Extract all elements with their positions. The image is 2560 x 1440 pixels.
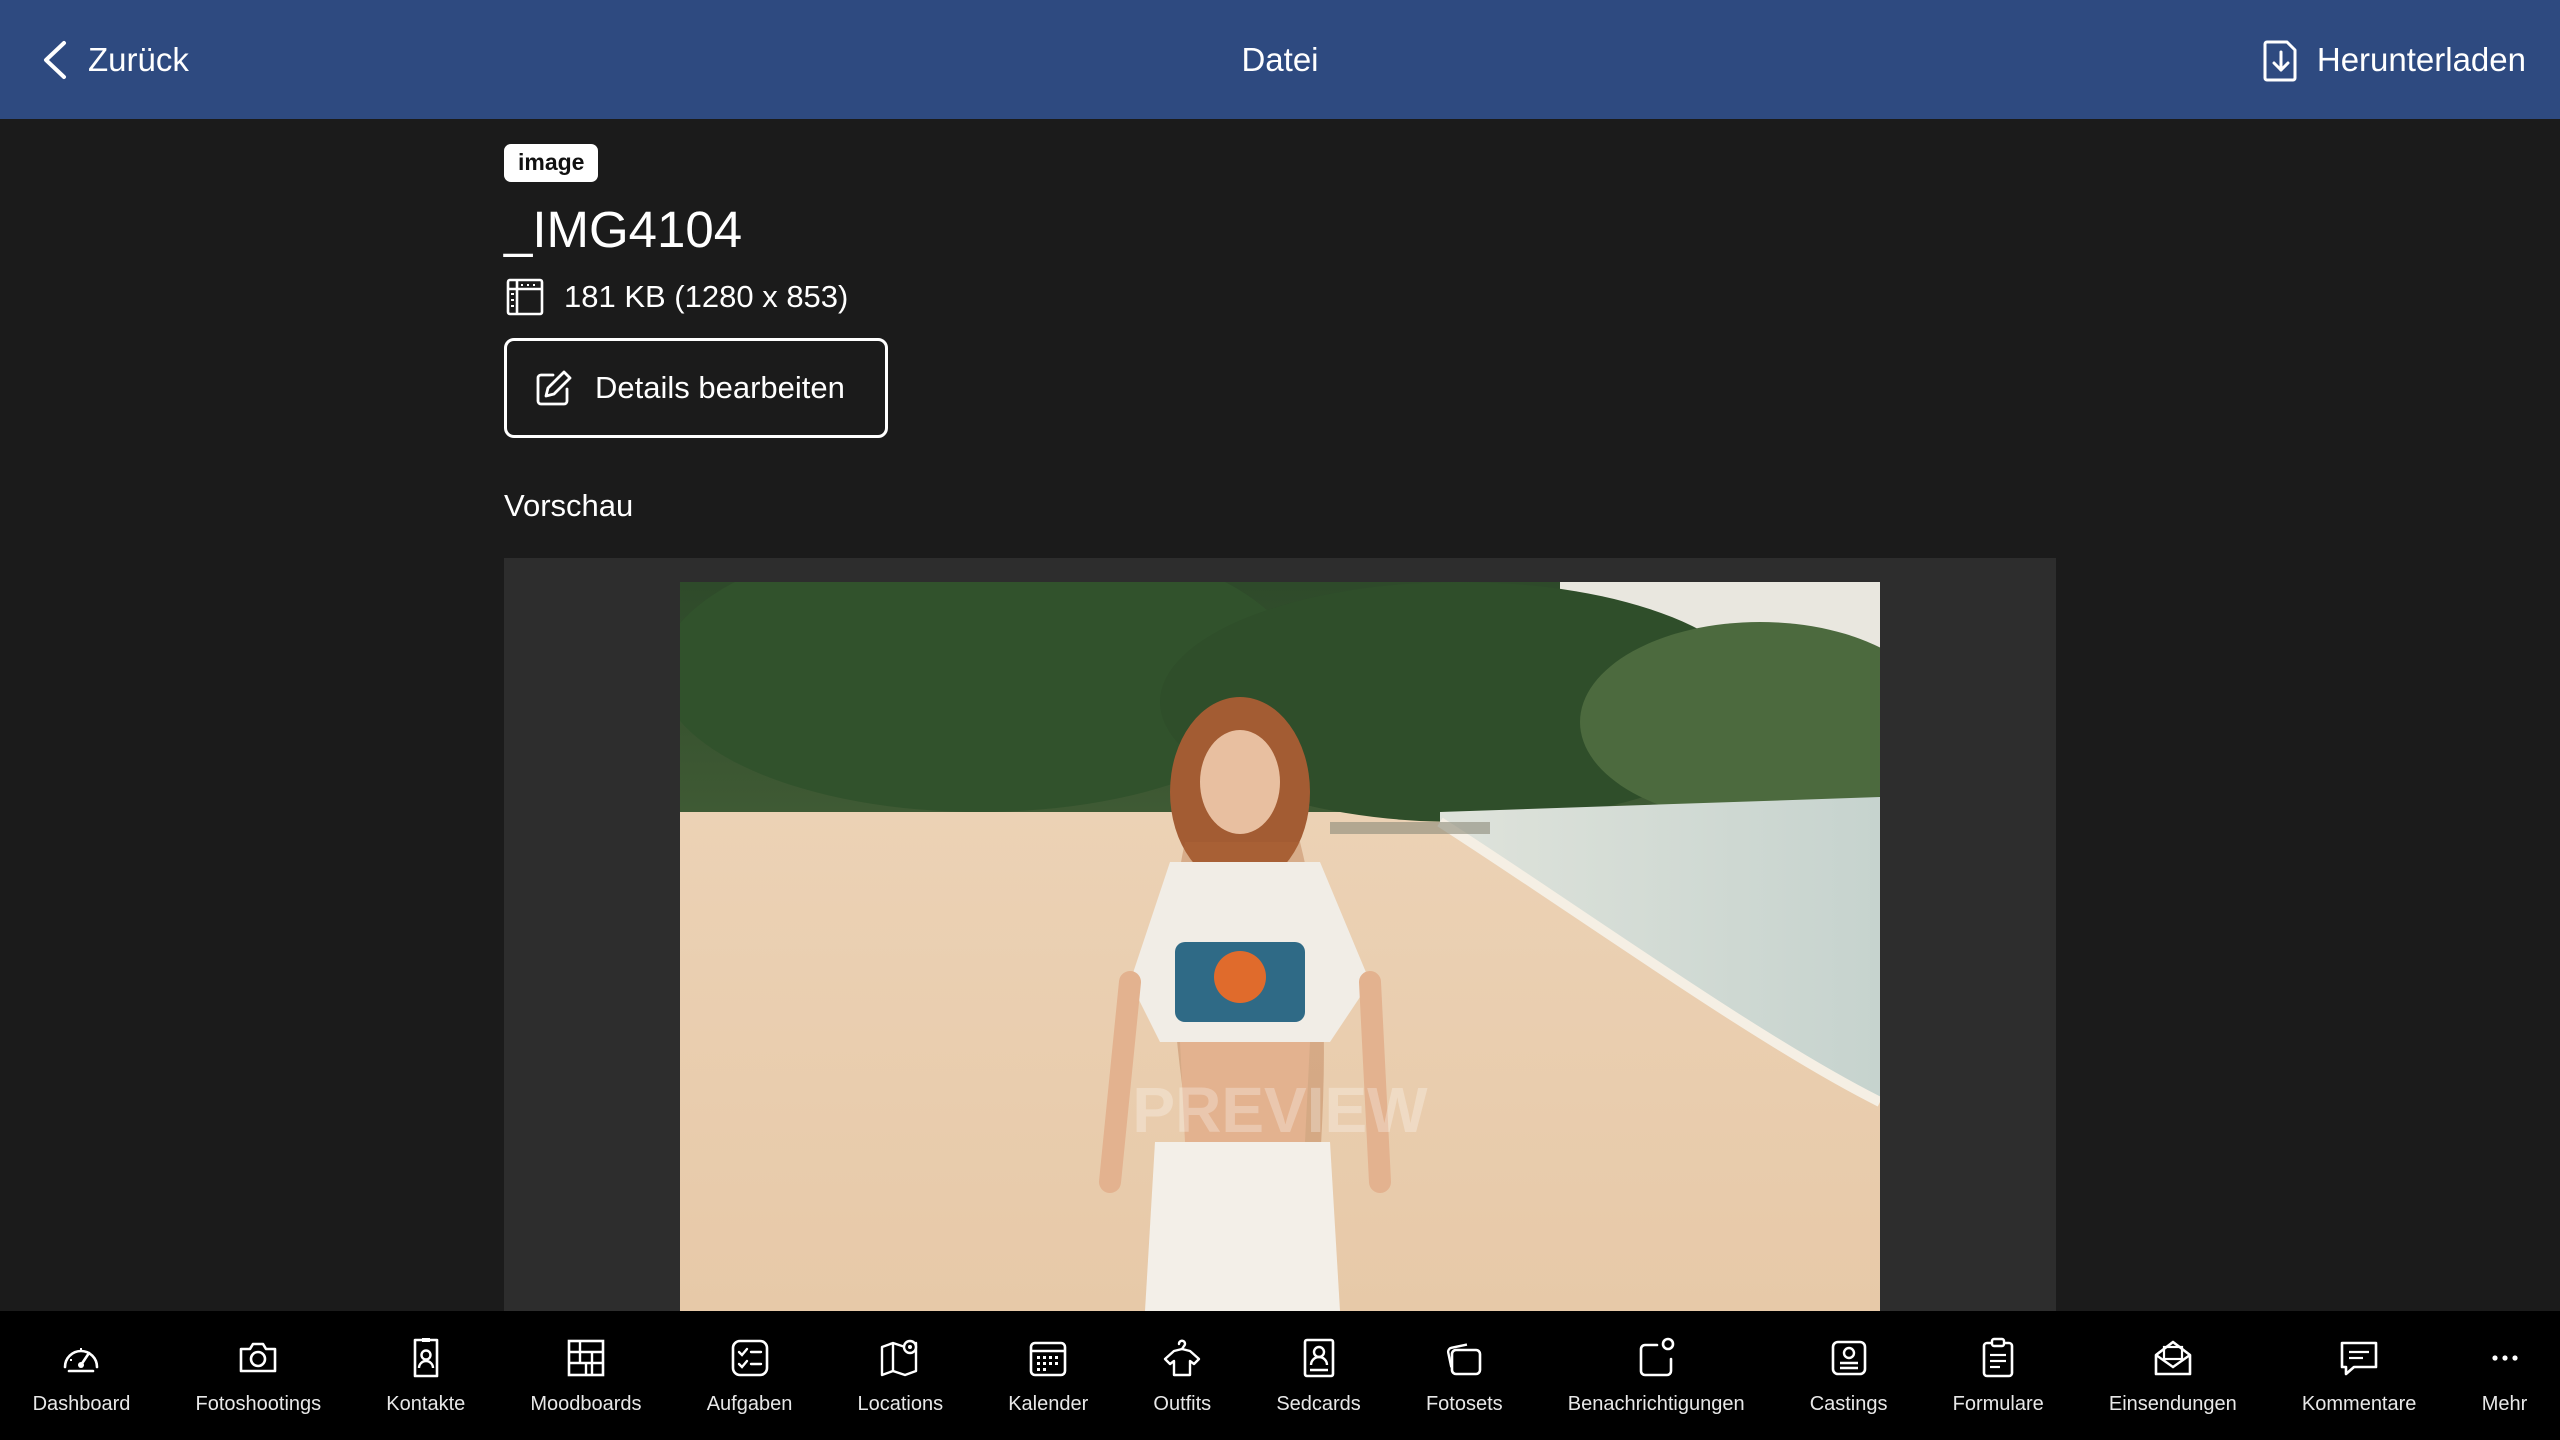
file-name: _IMG4104	[504, 201, 743, 258]
portrait-card-icon	[1303, 1338, 1334, 1378]
back-label: Zurück	[88, 41, 189, 78]
nav-item-formulare[interactable]: Formulare	[1920, 1311, 2076, 1440]
beach-photo: PREVIEW	[680, 582, 1880, 1311]
nav-item-dashboard[interactable]: Dashboard	[0, 1311, 163, 1440]
nav-item-kontakte[interactable]: Kontakte	[354, 1311, 498, 1440]
nav-item-moodboards[interactable]: Moodboards	[498, 1311, 674, 1440]
preview-image[interactable]: PREVIEW	[680, 582, 1880, 1311]
nav-item-sedcards[interactable]: Sedcards	[1244, 1311, 1394, 1440]
file-meta: 181 KB (1280 x 853)	[504, 276, 2056, 318]
nav-label: Kommentare	[2301, 1393, 2417, 1415]
calendar-icon	[1029, 1341, 1067, 1377]
nav-label: Benachrichtigungen	[1567, 1393, 1745, 1415]
edit-details-button[interactable]: Details bearbeiten	[504, 338, 888, 438]
nav-label: Kontakte	[386, 1393, 466, 1415]
chevron-left-icon	[44, 41, 66, 79]
gauge-icon	[64, 1348, 99, 1373]
nav-item-aufgaben[interactable]: Aufgaben	[674, 1311, 825, 1440]
nav-item-kalender[interactable]: Kalender	[976, 1311, 1121, 1440]
preview-heading: Vorschau	[504, 488, 634, 523]
notification-icon	[1639, 1337, 1675, 1377]
nav-item-benachrichtigungen[interactable]: Benachrichtigungen	[1535, 1311, 1777, 1440]
checklist-icon	[731, 1339, 768, 1377]
nav-label: Fotoshootings	[195, 1393, 322, 1415]
file-details: image _IMG4104 181 KB (1280 x 853) Detai…	[504, 144, 2056, 524]
download-file-icon	[2263, 40, 2297, 82]
edit-details-label: Details bearbeiten	[595, 370, 845, 405]
photo-stack-icon	[1447, 1343, 1482, 1376]
nav-item-mehr[interactable]: Mehr	[2449, 1311, 2560, 1440]
file-size-info: 181 KB (1280 x 853)	[564, 279, 849, 314]
nav-label: Moodboards	[530, 1393, 642, 1415]
nav-item-fotosets[interactable]: Fotosets	[1393, 1311, 1535, 1440]
nav-label: Kalender	[1008, 1393, 1089, 1415]
nav-label: Mehr	[2481, 1393, 2528, 1415]
nav-label: Einsendungen	[2108, 1393, 2237, 1415]
nav-item-castings[interactable]: Castings	[1777, 1311, 1920, 1440]
nav-label: Locations	[857, 1393, 944, 1415]
nav-label: Aufgaben	[706, 1393, 793, 1415]
bottom-navigation: Dashboard Fotoshootings Kontakte Moodboa…	[0, 1311, 2560, 1440]
nav-label: Fotosets	[1425, 1393, 1503, 1415]
download-label: Herunterladen	[2316, 41, 2526, 78]
comment-icon	[2340, 1341, 2378, 1376]
nav-label: Formulare	[1952, 1393, 2044, 1415]
casting-card-icon	[1831, 1340, 1866, 1376]
nav-item-outfits[interactable]: Outfits	[1121, 1311, 1244, 1440]
top-app-bar: Zurück Datei Herunterladen	[0, 0, 2560, 119]
clipboard-form-icon	[1982, 1337, 2014, 1378]
edit-pencil-icon	[536, 370, 572, 406]
nav-label: Castings	[1809, 1393, 1888, 1415]
nav-item-einsendungen[interactable]: Einsendungen	[2076, 1311, 2269, 1440]
camera-icon	[240, 1342, 277, 1373]
more-dots-icon	[2491, 1355, 2518, 1361]
file-type-badge: image	[504, 144, 599, 182]
preview-watermark: PREVIEW	[1132, 1074, 1428, 1146]
download-button[interactable]: Herunterladen	[2261, 30, 2526, 90]
nav-item-locations[interactable]: Locations	[825, 1311, 976, 1440]
back-button[interactable]: Zurück	[38, 30, 189, 90]
preview-container: PREVIEW	[504, 558, 2056, 1311]
shirt-hanger-icon	[1164, 1339, 1201, 1377]
nav-item-fotoshootings[interactable]: Fotoshootings	[163, 1311, 354, 1440]
map-pin-icon	[881, 1339, 918, 1377]
dimensions-icon	[506, 278, 544, 316]
contact-card-icon	[413, 1338, 439, 1378]
mail-inbox-icon	[2154, 1340, 2192, 1376]
nav-label: Outfits	[1153, 1393, 1212, 1415]
moodboard-grid-icon	[567, 1339, 605, 1377]
nav-label: Sedcards	[1276, 1393, 1361, 1415]
nav-item-kommentare[interactable]: Kommentare	[2269, 1311, 2449, 1440]
page-title: Datei	[1241, 40, 1319, 78]
nav-label: Dashboard	[32, 1393, 131, 1415]
